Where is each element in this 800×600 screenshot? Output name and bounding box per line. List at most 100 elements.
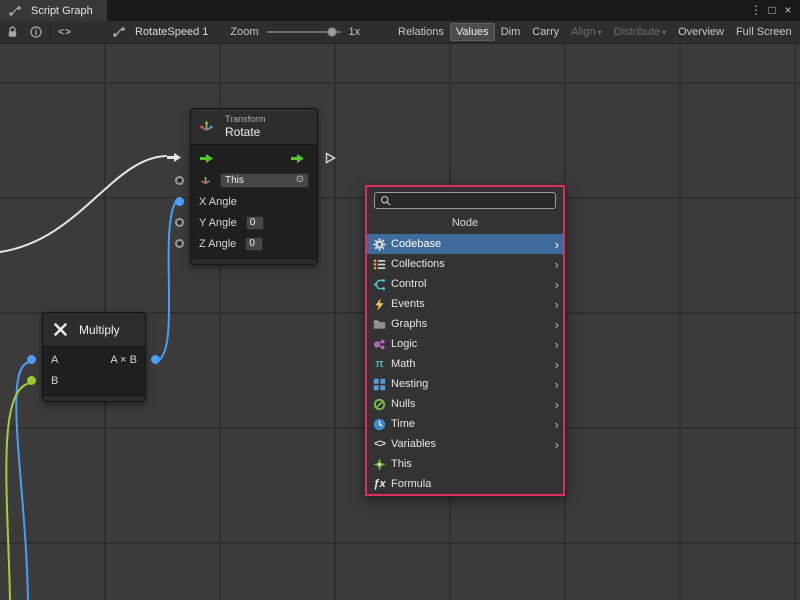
transform-mini-icon bbox=[199, 173, 211, 188]
finder-item-events[interactable]: Events › bbox=[367, 294, 563, 314]
close-icon[interactable]: × bbox=[780, 0, 796, 21]
output-label: A × B bbox=[110, 354, 137, 366]
finder-item-codebase[interactable]: Codebase › bbox=[367, 234, 563, 254]
distribute-button[interactable]: Distribute▾ bbox=[608, 23, 672, 41]
wire-white-flow-in[interactable] bbox=[0, 156, 166, 252]
logic-icon bbox=[372, 337, 387, 352]
flow-input-icon[interactable] bbox=[199, 151, 214, 166]
chevron-right-icon: › bbox=[555, 338, 559, 351]
node-footer bbox=[191, 258, 317, 264]
finder-item-control[interactable]: Control › bbox=[367, 274, 563, 294]
port-row-b: B bbox=[43, 370, 145, 391]
this-icon bbox=[372, 457, 387, 472]
formula-icon: ƒx bbox=[372, 477, 387, 492]
relations-button[interactable]: Relations bbox=[392, 23, 450, 41]
port-row-a: A A × B bbox=[43, 349, 145, 370]
graph-toolbar: <> RotateSpeed 1 Zoom 1x Relations Value… bbox=[0, 21, 800, 44]
z-angle-value-field[interactable]: 0 bbox=[245, 237, 263, 251]
graph-canvas[interactable]: Transform Rotate bbox=[0, 44, 800, 600]
transform-icon bbox=[199, 119, 214, 134]
events-icon bbox=[372, 297, 387, 312]
flow-row bbox=[191, 147, 317, 169]
control-icon bbox=[372, 277, 387, 292]
port-a[interactable] bbox=[27, 355, 36, 364]
finder-item-label: Graphs bbox=[391, 318, 427, 330]
codebase-icon bbox=[372, 237, 387, 252]
port-label: A bbox=[51, 354, 58, 366]
finder-item-label: Formula bbox=[391, 478, 431, 490]
node-search-input[interactable] bbox=[398, 195, 551, 207]
info-icon[interactable] bbox=[24, 21, 48, 43]
flow-output-icon[interactable] bbox=[290, 151, 305, 166]
nulls-icon bbox=[372, 397, 387, 412]
graph-asset-icon bbox=[111, 25, 126, 40]
finder-item-math[interactable]: π Math › bbox=[367, 354, 563, 374]
values-button[interactable]: Values bbox=[450, 23, 495, 41]
tab-script-graph[interactable]: Script Graph bbox=[0, 0, 107, 21]
flow-out-port[interactable] bbox=[325, 152, 336, 164]
breadcrumb: RotateSpeed 1 bbox=[111, 25, 208, 40]
kebab-menu-icon[interactable]: ⋮ bbox=[748, 0, 764, 21]
zoom-slider-thumb[interactable] bbox=[327, 27, 337, 37]
finder-title: Node bbox=[367, 213, 563, 234]
port-a-times-b[interactable] bbox=[151, 355, 160, 364]
graphs-icon bbox=[372, 317, 387, 332]
zoom-control: Zoom 1x bbox=[230, 26, 360, 38]
dim-button[interactable]: Dim bbox=[495, 23, 527, 41]
node-category: Transform bbox=[225, 114, 266, 125]
code-view-icon[interactable]: <> bbox=[53, 21, 77, 43]
chevron-down-icon: ▾ bbox=[662, 28, 666, 37]
finder-item-label: Collections bbox=[391, 258, 445, 270]
port-row-z-angle: Z Angle 0 bbox=[191, 233, 317, 254]
wire-blue-into-a[interactable] bbox=[16, 362, 29, 600]
chevron-right-icon: › bbox=[555, 398, 559, 411]
finder-item-time[interactable]: Time › bbox=[367, 414, 563, 434]
math-icon: π bbox=[372, 357, 387, 372]
collections-icon bbox=[372, 257, 387, 272]
chevron-right-icon: › bbox=[555, 418, 559, 431]
tab-title: Script Graph bbox=[31, 5, 93, 17]
node-rotate[interactable]: Transform Rotate bbox=[190, 108, 318, 265]
toolbar-separator bbox=[50, 25, 51, 39]
port-b[interactable] bbox=[27, 376, 36, 385]
node-multiply[interactable]: Multiply A A × B B bbox=[42, 312, 146, 402]
finder-item-nulls[interactable]: Nulls › bbox=[367, 394, 563, 414]
finder-item-label: Codebase bbox=[391, 238, 441, 250]
carry-button[interactable]: Carry bbox=[526, 23, 565, 41]
finder-item-label: Events bbox=[391, 298, 425, 310]
node-multiply-header[interactable]: Multiply bbox=[43, 313, 145, 347]
fullscreen-button[interactable]: Full Screen bbox=[730, 23, 798, 41]
script-graph-icon bbox=[7, 3, 22, 18]
target-row: This ⊙ bbox=[191, 169, 317, 191]
this-object-field[interactable]: This ⊙ bbox=[220, 173, 309, 188]
finder-item-formula[interactable]: ƒx Formula bbox=[367, 474, 563, 494]
node-rotate-header[interactable]: Transform Rotate bbox=[191, 109, 317, 145]
chevron-right-icon: › bbox=[555, 438, 559, 451]
finder-item-label: This bbox=[391, 458, 412, 470]
time-icon bbox=[372, 417, 387, 432]
object-picker-icon[interactable]: ⊙ bbox=[296, 175, 304, 185]
maximize-icon[interactable]: □ bbox=[764, 0, 780, 21]
overview-button[interactable]: Overview bbox=[672, 23, 730, 41]
align-button[interactable]: Align▾ bbox=[565, 23, 607, 41]
lock-icon[interactable] bbox=[0, 21, 24, 43]
finder-item-variables[interactable]: <> Variables › bbox=[367, 434, 563, 454]
finder-item-label: Logic bbox=[391, 338, 417, 350]
node-title: Multiply bbox=[79, 323, 120, 337]
finder-item-logic[interactable]: Logic › bbox=[367, 334, 563, 354]
port-row-x-angle: X Angle bbox=[191, 191, 317, 212]
finder-item-this[interactable]: This bbox=[367, 454, 563, 474]
flow-in-arrow-icon[interactable] bbox=[167, 153, 181, 162]
finder-item-nesting[interactable]: Nesting › bbox=[367, 374, 563, 394]
port-row-y-angle: Y Angle 0 bbox=[191, 212, 317, 233]
node-footer bbox=[43, 395, 145, 401]
search-field[interactable] bbox=[374, 192, 556, 209]
finder-item-graphs[interactable]: Graphs › bbox=[367, 314, 563, 334]
wire-blue-multiply-to-x-angle[interactable] bbox=[156, 201, 176, 362]
chevron-right-icon: › bbox=[555, 278, 559, 291]
zoom-slider[interactable] bbox=[267, 26, 341, 38]
y-angle-value-field[interactable]: 0 bbox=[246, 216, 264, 230]
finder-item-collections[interactable]: Collections › bbox=[367, 254, 563, 274]
nesting-icon bbox=[372, 377, 387, 392]
chevron-right-icon: › bbox=[555, 298, 559, 311]
